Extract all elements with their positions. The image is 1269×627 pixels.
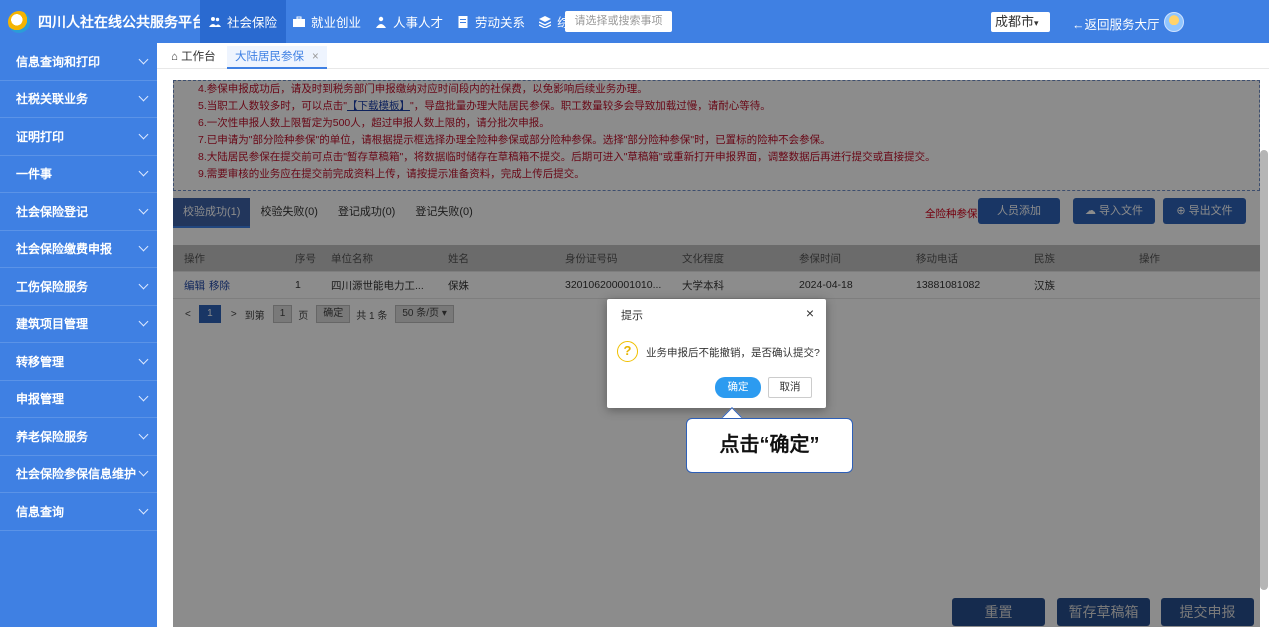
chevron-down-icon [138, 279, 149, 290]
people-icon [209, 16, 221, 27]
nav-label: 社会保险 [227, 16, 278, 30]
platform-title: 四川人社在线公共服务平台 [38, 14, 206, 30]
nav-label: 就业创业 [311, 16, 362, 30]
nav-label: 人事人才 [393, 16, 444, 30]
document-icon [458, 15, 468, 28]
platform-logo-icon [8, 11, 30, 33]
top-bar: 四川人社在线公共服务平台 社会保险 就业创业 人事人才 劳动关系 综合 请选择或… [0, 0, 1269, 43]
tab-label: 大陆居民参保 [235, 51, 304, 63]
chevron-down-icon [138, 466, 149, 477]
sidebar-item-construction[interactable]: 建筑项目管理 [0, 306, 157, 343]
sidebar-item-label: 转移管理 [16, 354, 65, 369]
sidebar-item-label: 社会保险缴费申报 [16, 242, 113, 257]
cancel-button[interactable]: 取消 [768, 377, 812, 398]
sidebar-item-label: 建筑项目管理 [16, 317, 89, 332]
sidebar-item-payment-declaration[interactable]: 社会保险缴费申报 [0, 231, 157, 268]
tab-mainland-resident-insurance[interactable]: 大陆居民参保 × [227, 46, 327, 69]
tab-label: 工作台 [181, 51, 216, 63]
question-icon: ? [617, 341, 638, 362]
nav-personnel[interactable]: 人事人才 [368, 0, 450, 43]
chevron-down-icon [138, 54, 149, 65]
layers-icon [539, 15, 552, 28]
sidebar-item-label: 社税关联业务 [16, 92, 89, 107]
chevron-down-icon [138, 204, 149, 215]
top-nav: 社会保险 就业创业 人事人才 劳动关系 综合 [200, 0, 589, 43]
caret-down-icon: ▾ [1034, 18, 1039, 28]
sidebar-item-label: 申报管理 [16, 392, 65, 407]
sidebar-item-certificate-print[interactable]: 证明打印 [0, 118, 157, 156]
sidebar-item-tax-related[interactable]: 社税关联业务 [0, 81, 157, 118]
sidebar: 信息查询和打印 社税关联业务 证明打印 一件事 社会保险登记 社会保险缴费申报 … [0, 43, 157, 627]
sidebar-item-label: 一件事 [16, 167, 53, 182]
sidebar-item-pension[interactable]: 养老保险服务 [0, 418, 157, 456]
chevron-down-icon [138, 241, 149, 252]
back-to-hall-link[interactable]: ←返回服务大厅 [1072, 14, 1160, 33]
sidebar-item-injury-insurance[interactable]: 工伤保险服务 [0, 268, 157, 306]
brand[interactable]: 四川人社在线公共服务平台 [8, 9, 206, 35]
city-label: 成都市 [995, 14, 1035, 29]
close-icon[interactable]: × [312, 51, 319, 63]
chevron-down-icon [138, 91, 149, 102]
close-icon[interactable]: × [806, 305, 814, 321]
confirm-button[interactable]: 确定 [715, 377, 761, 398]
briefcase-icon [293, 16, 306, 27]
chevron-down-icon [138, 166, 149, 177]
sidebar-item-label: 信息查询和打印 [16, 54, 101, 69]
sidebar-item-label: 信息查询 [16, 504, 65, 519]
chevron-down-icon [138, 316, 149, 327]
search-input[interactable]: 请选择或搜索事项 [565, 11, 672, 32]
nav-label: 劳动关系 [475, 16, 526, 30]
chevron-down-icon [138, 429, 149, 440]
tab-workbench[interactable]: ⌂ 工作台 [163, 46, 224, 69]
dialog-title: 提示 [621, 310, 643, 322]
instruction-callout: 点击“确定” [686, 418, 853, 473]
sidebar-item-label: 工伤保险服务 [16, 279, 89, 294]
scrollbar[interactable] [1260, 150, 1268, 590]
city-select[interactable]: 成都市▾ [991, 12, 1050, 32]
sidebar-item-transfer[interactable]: 转移管理 [0, 343, 157, 381]
sidebar-item-declaration-management[interactable]: 申报管理 [0, 381, 157, 418]
sidebar-item-label: 证明打印 [16, 129, 65, 144]
chevron-down-icon [138, 391, 149, 402]
chevron-down-icon [138, 504, 149, 515]
sidebar-item-one-thing[interactable]: 一件事 [0, 156, 157, 193]
confirm-dialog: 提示 × ? 业务申报后不能撤销，是否确认提交? 确定 取消 [607, 299, 826, 408]
sidebar-item-label: 养老保险服务 [16, 429, 89, 444]
page-tab-strip: ⌂ 工作台 大陆居民参保 × [157, 43, 1269, 69]
nav-social-insurance[interactable]: 社会保险 [200, 0, 287, 43]
chevron-down-icon [138, 354, 149, 365]
user-group-icon [376, 16, 387, 28]
chevron-down-icon [138, 129, 149, 140]
user-avatar[interactable] [1164, 12, 1184, 32]
sidebar-item-label: 社会保险参保信息维护 [16, 467, 137, 482]
nav-employment[interactable]: 就业创业 [286, 0, 368, 43]
home-icon: ⌂ [171, 51, 178, 63]
sidebar-item-info-maintenance[interactable]: 社会保险参保信息维护 [0, 456, 157, 493]
dialog-message: 业务申报后不能撤销，是否确认提交? [646, 347, 820, 359]
sidebar-item-insurance-registration[interactable]: 社会保险登记 [0, 193, 157, 231]
sidebar-item-info-query[interactable]: 信息查询 [0, 493, 157, 531]
nav-labor-relations[interactable]: 劳动关系 [450, 0, 532, 43]
sidebar-item-info-query-print[interactable]: 信息查询和打印 [0, 43, 157, 81]
sidebar-item-label: 社会保险登记 [16, 204, 89, 219]
